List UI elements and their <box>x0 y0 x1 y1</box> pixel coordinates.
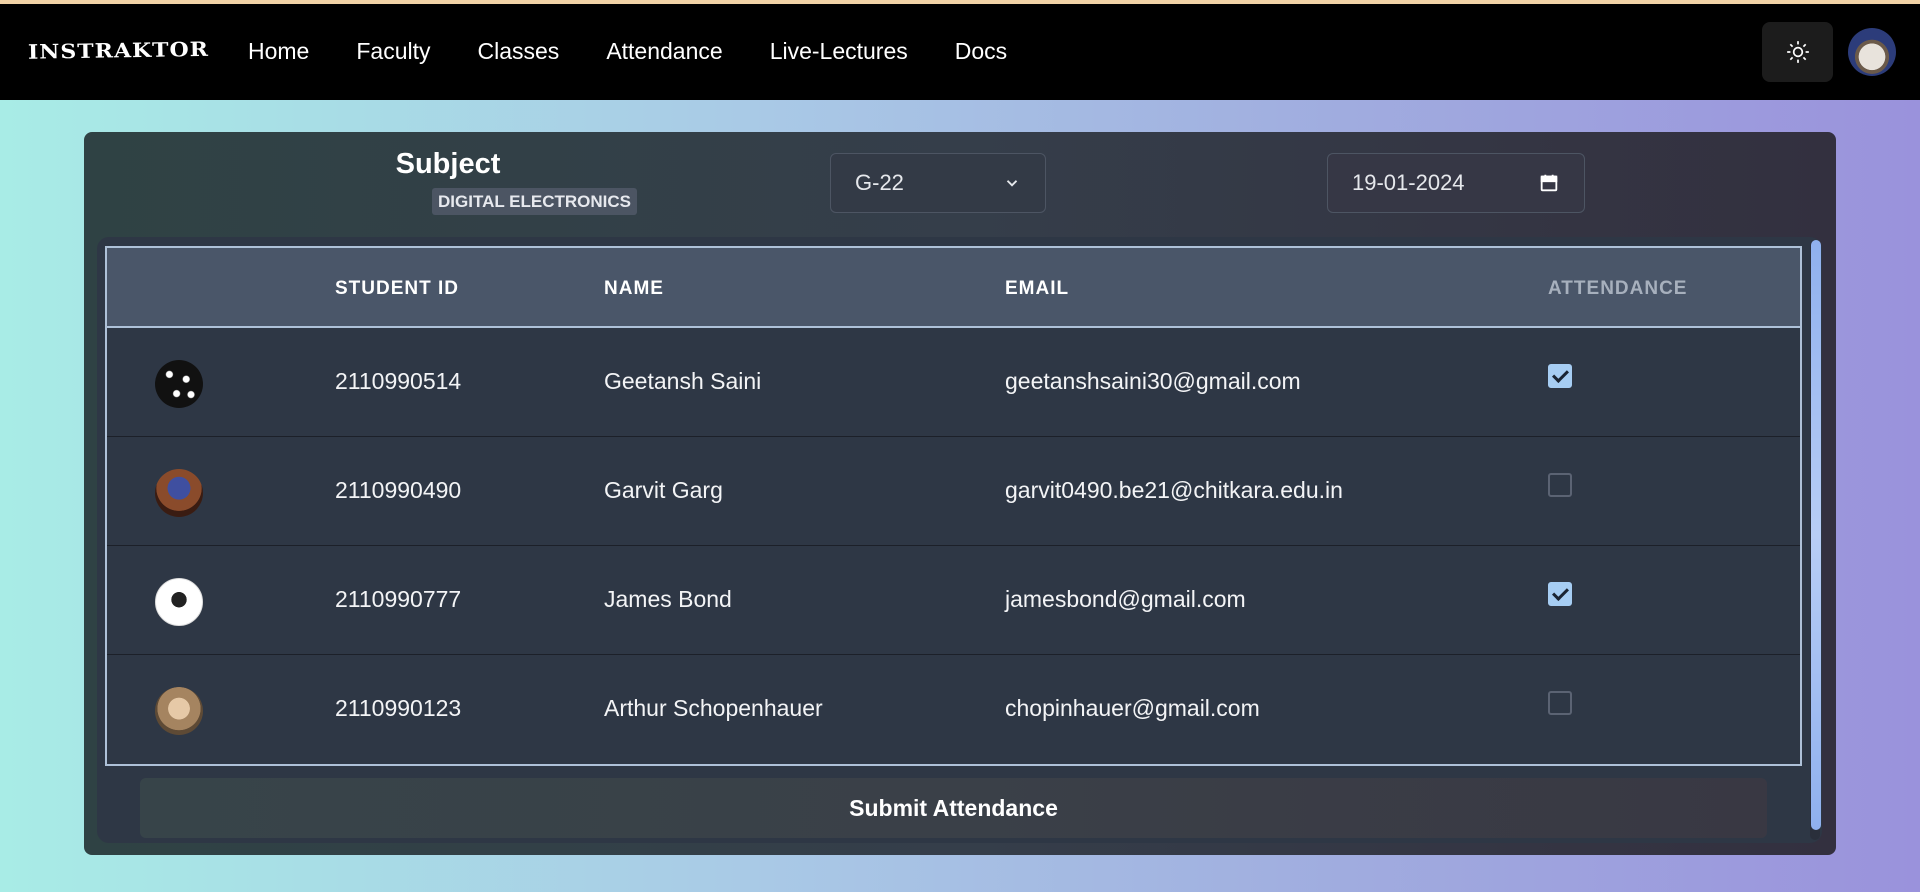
subject-badge: DIGITAL ELECTRONICS <box>432 188 637 215</box>
table-row: 2110990490 Garvit Garg garvit0490.be21@c… <box>107 437 1800 546</box>
attendance-checkbox[interactable] <box>1548 582 1572 606</box>
nav-attendance[interactable]: Attendance <box>606 38 722 65</box>
date-input-value: 19-01-2024 <box>1352 170 1465 195</box>
student-email: jamesbond@gmail.com <box>1005 586 1246 612</box>
table-row: 2110990123 Arthur Schopenhauer chopinhau… <box>107 655 1800 764</box>
student-avatar <box>155 687 203 735</box>
nav-docs[interactable]: Docs <box>955 38 1007 65</box>
student-id: 2110990777 <box>335 586 462 612</box>
header-attendance: ATTENDANCE <box>1548 278 1688 299</box>
attendance-checkbox[interactable] <box>1548 691 1572 715</box>
table-row: 2110990777 James Bond jamesbond@gmail.co… <box>107 546 1800 655</box>
table-row: 2110990514 Geetansh Saini geetanshsaini3… <box>107 328 1800 437</box>
nav-live-lectures[interactable]: Live-Lectures <box>770 38 908 65</box>
nav-home[interactable]: Home <box>248 38 309 65</box>
theme-toggle-button[interactable] <box>1762 22 1833 82</box>
scrollbar-thumb[interactable] <box>1811 240 1821 830</box>
student-email: chopinhauer@gmail.com <box>1005 695 1260 721</box>
group-select[interactable]: G-22 <box>830 153 1046 213</box>
chevron-down-icon <box>1006 180 1018 187</box>
header-email: EMAIL <box>1005 278 1070 299</box>
student-email: geetanshsaini30@gmail.com <box>1005 368 1301 394</box>
student-avatar <box>155 578 203 626</box>
user-avatar[interactable] <box>1848 28 1896 76</box>
student-name: James Bond <box>604 586 732 612</box>
student-id: 2110990514 <box>335 368 462 394</box>
nav-links: Home Faculty Classes Attendance Live-Lec… <box>248 38 1054 65</box>
attendance-checkbox[interactable] <box>1548 364 1572 388</box>
app-logo[interactable]: INSTRAKTOR <box>28 38 209 64</box>
student-name: Garvit Garg <box>604 477 723 503</box>
navbar: INSTRAKTOR Home Faculty Classes Attendan… <box>0 4 1920 100</box>
header-name: NAME <box>604 278 664 299</box>
student-id: 2110990490 <box>335 477 462 503</box>
attendance-checkbox[interactable] <box>1548 473 1572 497</box>
student-email: garvit0490.be21@chitkara.edu.in <box>1005 477 1343 503</box>
subject-label: Subject <box>395 148 501 180</box>
student-name: Geetansh Saini <box>604 368 762 394</box>
date-input[interactable]: 19-01-2024 <box>1327 153 1585 213</box>
student-avatar <box>155 360 203 408</box>
student-id: 2110990123 <box>335 695 462 721</box>
attendance-table: STUDENT ID NAME EMAIL ATTENDANCE 2110990… <box>105 246 1802 766</box>
nav-faculty[interactable]: Faculty <box>356 38 430 65</box>
sun-icon <box>1786 41 1809 63</box>
calendar-icon[interactable] <box>1538 172 1560 194</box>
nav-classes[interactable]: Classes <box>478 38 560 65</box>
table-header: STUDENT ID NAME EMAIL ATTENDANCE <box>107 248 1800 328</box>
group-select-value: G-22 <box>855 170 904 195</box>
header-student-id: STUDENT ID <box>335 278 459 299</box>
submit-attendance-button[interactable]: Submit Attendance <box>140 778 1767 838</box>
student-name: Arthur Schopenhauer <box>604 695 823 721</box>
student-avatar <box>155 469 203 517</box>
